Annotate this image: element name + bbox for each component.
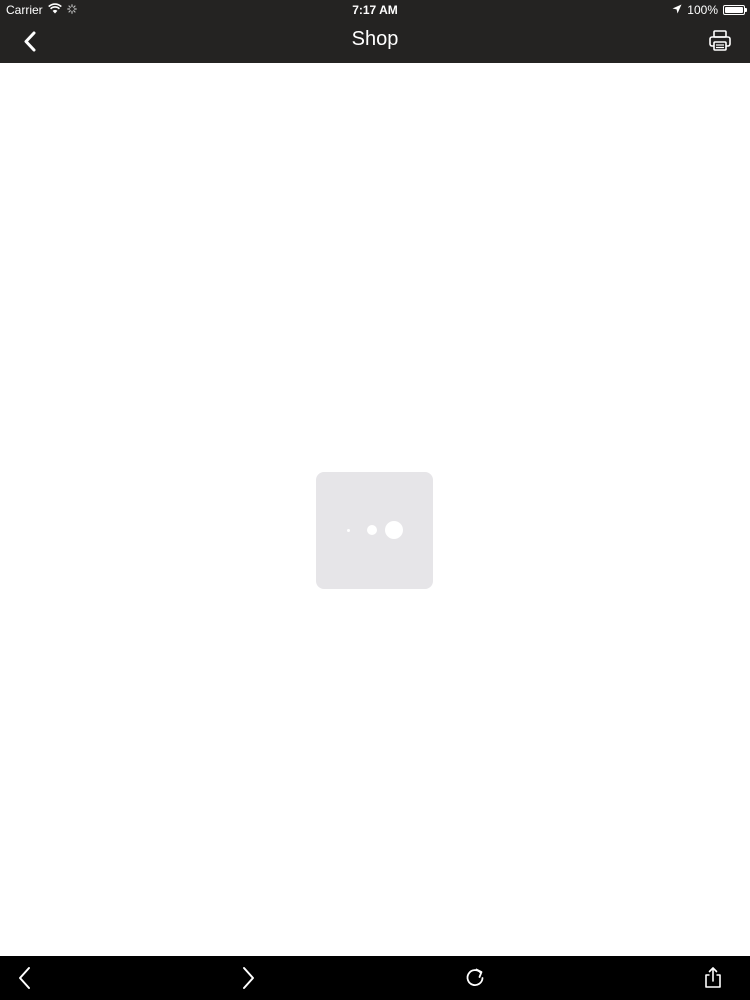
status-time: 7:17 AM bbox=[352, 3, 398, 17]
location-arrow-icon bbox=[672, 3, 682, 17]
navigation-bar: Shop bbox=[0, 20, 750, 63]
page-title: Shop bbox=[351, 28, 399, 50]
share-icon bbox=[700, 967, 726, 995]
bottom-toolbar bbox=[0, 956, 750, 1000]
top-bar: Carrier 7:17 AM 100% Shop bbox=[0, 0, 750, 63]
loading-indicator bbox=[316, 472, 433, 589]
printer-icon bbox=[708, 30, 732, 58]
reload-button[interactable] bbox=[462, 965, 488, 991]
battery-percent: 100% bbox=[687, 3, 718, 17]
back-arrow-icon bbox=[12, 967, 38, 995]
battery-fill bbox=[725, 7, 743, 13]
loading-dot-large bbox=[385, 521, 403, 539]
browser-screen: Carrier 7:17 AM 100% Shop bbox=[0, 0, 750, 1000]
print-button[interactable] bbox=[708, 28, 732, 54]
browser-forward-button[interactable] bbox=[235, 965, 261, 991]
battery-tip bbox=[745, 8, 747, 12]
loading-dot-small bbox=[347, 529, 350, 532]
web-content-area bbox=[0, 63, 750, 956]
status-right: 100% bbox=[672, 3, 747, 17]
reload-icon bbox=[462, 968, 488, 995]
browser-back-button[interactable] bbox=[12, 965, 38, 991]
loading-dot-medium bbox=[367, 525, 377, 535]
status-bar: Carrier 7:17 AM 100% bbox=[0, 0, 750, 20]
forward-arrow-icon bbox=[235, 967, 261, 995]
share-button[interactable] bbox=[700, 965, 726, 991]
battery-icon bbox=[723, 5, 747, 15]
